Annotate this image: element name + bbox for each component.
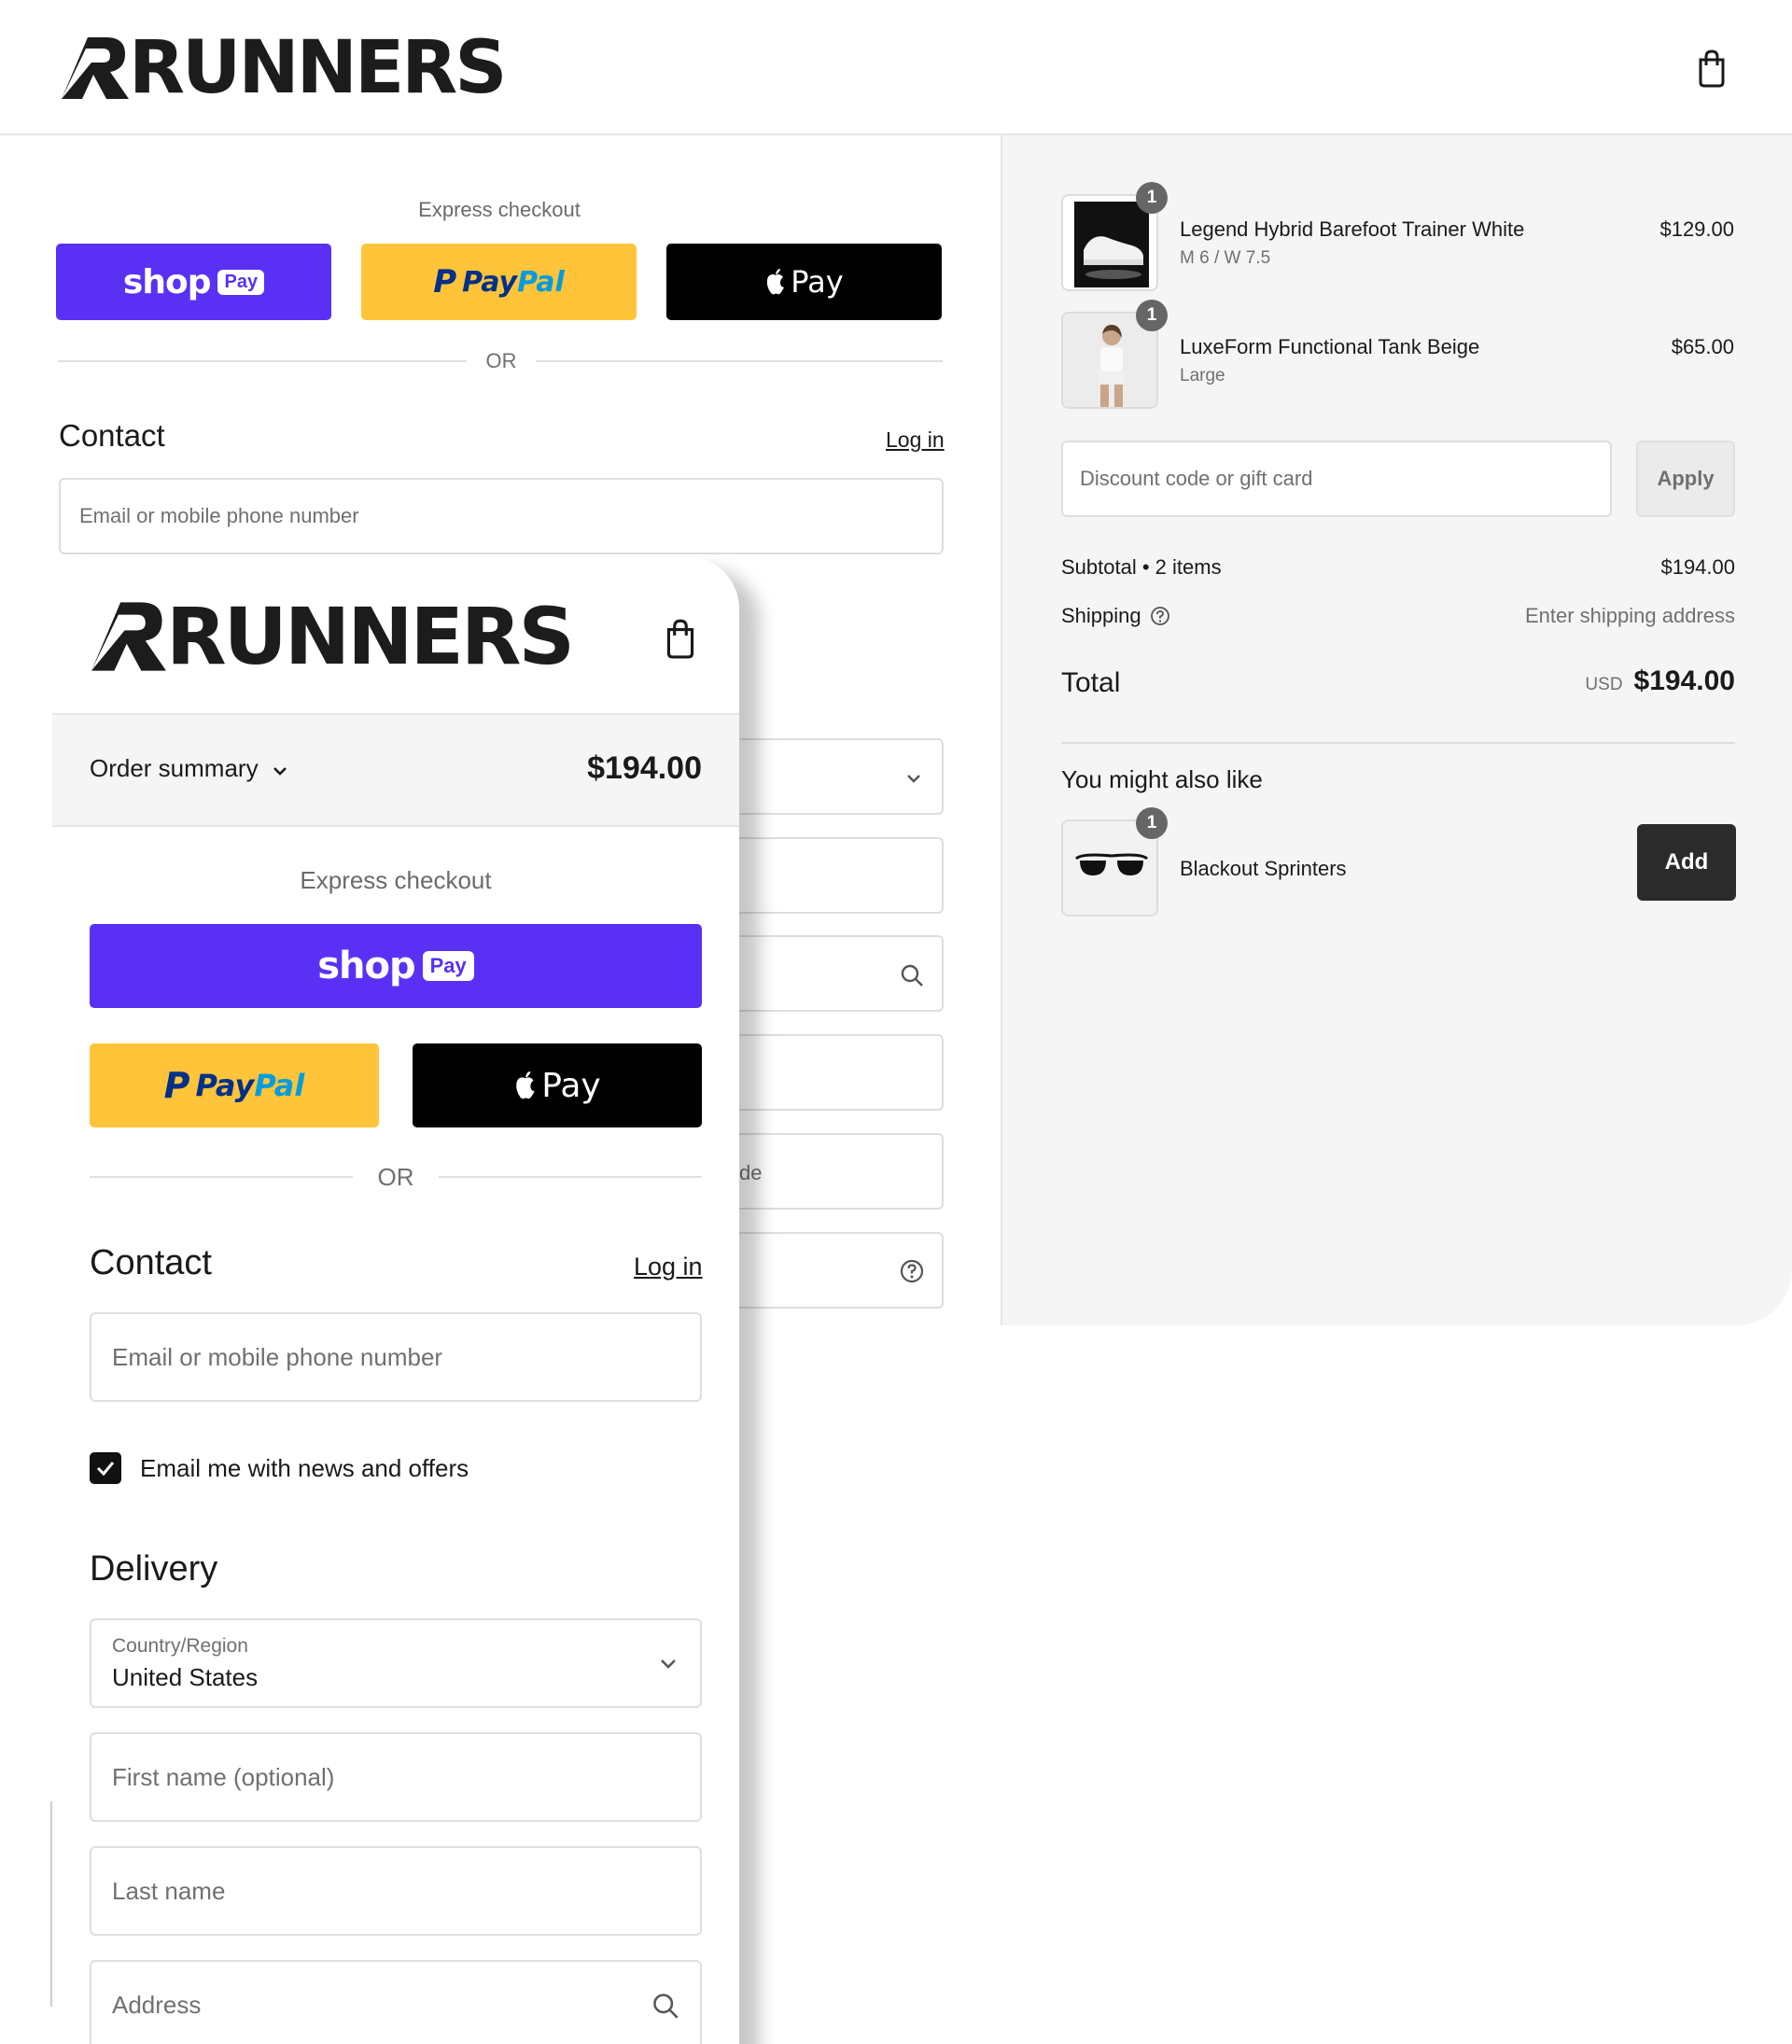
apple-pay-wordmark: Pay bbox=[541, 1066, 601, 1105]
login-link[interactable]: Log in bbox=[634, 1253, 703, 1281]
item-name: Legend Hybrid Barefoot Trainer White bbox=[1180, 217, 1525, 241]
apple-pay-button[interactable]: Pay bbox=[413, 1043, 702, 1127]
shopping-bag-icon[interactable] bbox=[1697, 49, 1727, 88]
order-summary-toggle[interactable]: Order summary $194.00 bbox=[52, 713, 739, 827]
apply-discount-button[interactable]: Apply bbox=[1636, 441, 1735, 517]
question-circle-icon[interactable] bbox=[1149, 605, 1171, 627]
shop-pay-wordmark: shop bbox=[317, 945, 415, 987]
chevron-down-icon bbox=[907, 775, 920, 783]
chevron-down-icon bbox=[273, 766, 287, 776]
delivery-heading: Delivery bbox=[90, 1549, 218, 1589]
brand-logo[interactable]: RUNNERS bbox=[91, 591, 575, 682]
item-variant: Large bbox=[1180, 366, 1225, 385]
contact-heading: Contact bbox=[90, 1243, 212, 1282]
last-name-placeholder: Last name bbox=[112, 1876, 226, 1905]
discount-placeholder: Discount code or gift card bbox=[1080, 467, 1313, 490]
brand-name: RUNNERS bbox=[166, 591, 575, 682]
paypal-wordmark-pay: Pay bbox=[462, 265, 518, 299]
or-label: OR bbox=[485, 349, 517, 372]
brand-name: RUNNERS bbox=[129, 26, 507, 110]
newsletter-label[interactable]: Email me with news and offers bbox=[140, 1454, 469, 1483]
subtotal-value: $194.00 bbox=[1660, 555, 1735, 579]
country-select[interactable]: Country/Region United States bbox=[90, 1618, 702, 1708]
item-variant: M 6 / W 7.5 bbox=[1180, 248, 1271, 268]
country-label: Country/Region bbox=[112, 1635, 248, 1657]
upsell-divider bbox=[1061, 742, 1735, 744]
total-label: Total bbox=[1061, 667, 1121, 698]
or-divider-right bbox=[439, 1176, 702, 1178]
paypal-button[interactable]: P Pay Pal bbox=[361, 244, 637, 320]
shipping-label: Shipping bbox=[1061, 604, 1171, 628]
express-checkout-label: Express checkout bbox=[300, 866, 492, 894]
logo-mark-icon bbox=[62, 37, 129, 99]
email-field[interactable]: Email or mobile phone number bbox=[59, 478, 944, 554]
total-amount: USD $194.00 bbox=[1455, 665, 1735, 697]
shop-pay-button[interactable]: shop Pay bbox=[56, 244, 331, 320]
desktop-header: RUNNERS bbox=[0, 0, 1792, 135]
express-checkout-label: Express checkout bbox=[418, 198, 581, 221]
or-divider-right bbox=[536, 360, 943, 362]
postal-code-placeholder-fragment: de bbox=[739, 1161, 763, 1184]
email-placeholder: Email or mobile phone number bbox=[112, 1342, 443, 1371]
country-value: United States bbox=[112, 1663, 259, 1691]
discount-code-input[interactable]: Discount code or gift card bbox=[1061, 441, 1612, 517]
item-price: $129.00 bbox=[1659, 217, 1734, 241]
shop-pay-pill: Pay bbox=[217, 269, 265, 295]
paypal-p-icon: P bbox=[163, 1065, 190, 1106]
last-name-field[interactable]: Last name bbox=[90, 1846, 702, 1936]
question-circle-icon[interactable] bbox=[899, 1258, 925, 1284]
total-value: $194.00 bbox=[1633, 665, 1735, 696]
address-field[interactable]: Address bbox=[90, 1960, 702, 2044]
first-name-placeholder: First name (optional) bbox=[112, 1762, 335, 1791]
order-summary-total: $194.00 bbox=[587, 750, 702, 786]
paypal-wordmark-pal: Pal bbox=[254, 1068, 305, 1103]
upsell-heading: You might also like bbox=[1061, 765, 1263, 793]
brand-logo[interactable]: RUNNERS bbox=[62, 26, 507, 110]
apple-logo-icon bbox=[516, 1071, 535, 1099]
or-label: OR bbox=[377, 1163, 414, 1191]
paypal-wordmark-pay: Pay bbox=[195, 1068, 255, 1103]
newsletter-checkbox[interactable] bbox=[90, 1452, 121, 1484]
paypal-wordmark-pal: Pal bbox=[517, 265, 565, 299]
email-placeholder: Email or mobile phone number bbox=[79, 504, 359, 527]
paypal-button[interactable]: P Pay Pal bbox=[90, 1043, 379, 1127]
shop-pay-button[interactable]: shop Pay bbox=[90, 924, 702, 1008]
mobile-checkout-card: RUNNERS Order summary $194.00 Express ch… bbox=[52, 556, 739, 2044]
logo-mark-icon bbox=[91, 602, 166, 671]
upsell-item-name: Blackout Sprinters bbox=[1180, 857, 1347, 880]
item-price: $65.00 bbox=[1671, 335, 1734, 358]
shipping-value: Enter shipping address bbox=[1524, 604, 1735, 627]
email-field[interactable]: Email or mobile phone number bbox=[90, 1312, 702, 1402]
first-name-field[interactable]: First name (optional) bbox=[90, 1732, 702, 1822]
currency-code: USD bbox=[1585, 675, 1623, 694]
address-placeholder: Address bbox=[112, 1990, 202, 2019]
shop-pay-wordmark: shop bbox=[122, 262, 212, 301]
paypal-p-icon: P bbox=[433, 263, 457, 301]
order-summary-text: Order summary bbox=[90, 754, 259, 782]
or-divider-left bbox=[90, 1176, 353, 1178]
shipping-label-text: Shipping bbox=[1061, 604, 1141, 627]
apple-logo-icon bbox=[767, 269, 785, 295]
or-divider-left bbox=[58, 360, 467, 362]
shopping-bag-icon[interactable] bbox=[665, 618, 696, 659]
check-icon bbox=[96, 1462, 115, 1477]
quantity-badge: 1 bbox=[1136, 300, 1168, 331]
add-upsell-button[interactable]: Add bbox=[1637, 824, 1736, 901]
apple-pay-wordmark: Pay bbox=[791, 264, 844, 300]
subtotal-label: Subtotal • 2 items bbox=[1061, 555, 1222, 579]
order-summary-label: Order summary bbox=[90, 754, 288, 783]
order-summary-panel: 1 Legend Hybrid Barefoot Trainer White M… bbox=[1001, 135, 1792, 1325]
chevron-down-icon bbox=[661, 1659, 676, 1669]
search-icon bbox=[653, 1994, 679, 2019]
contact-heading: Contact bbox=[59, 418, 165, 453]
shop-pay-pill: Pay bbox=[422, 951, 474, 981]
login-link[interactable]: Log in bbox=[886, 427, 945, 453]
quantity-badge: 1 bbox=[1136, 807, 1168, 839]
quantity-badge: 1 bbox=[1136, 182, 1168, 214]
apple-pay-button[interactable]: Pay bbox=[666, 244, 942, 320]
item-name: LuxeForm Functional Tank Beige bbox=[1180, 335, 1480, 358]
search-icon bbox=[901, 964, 923, 987]
